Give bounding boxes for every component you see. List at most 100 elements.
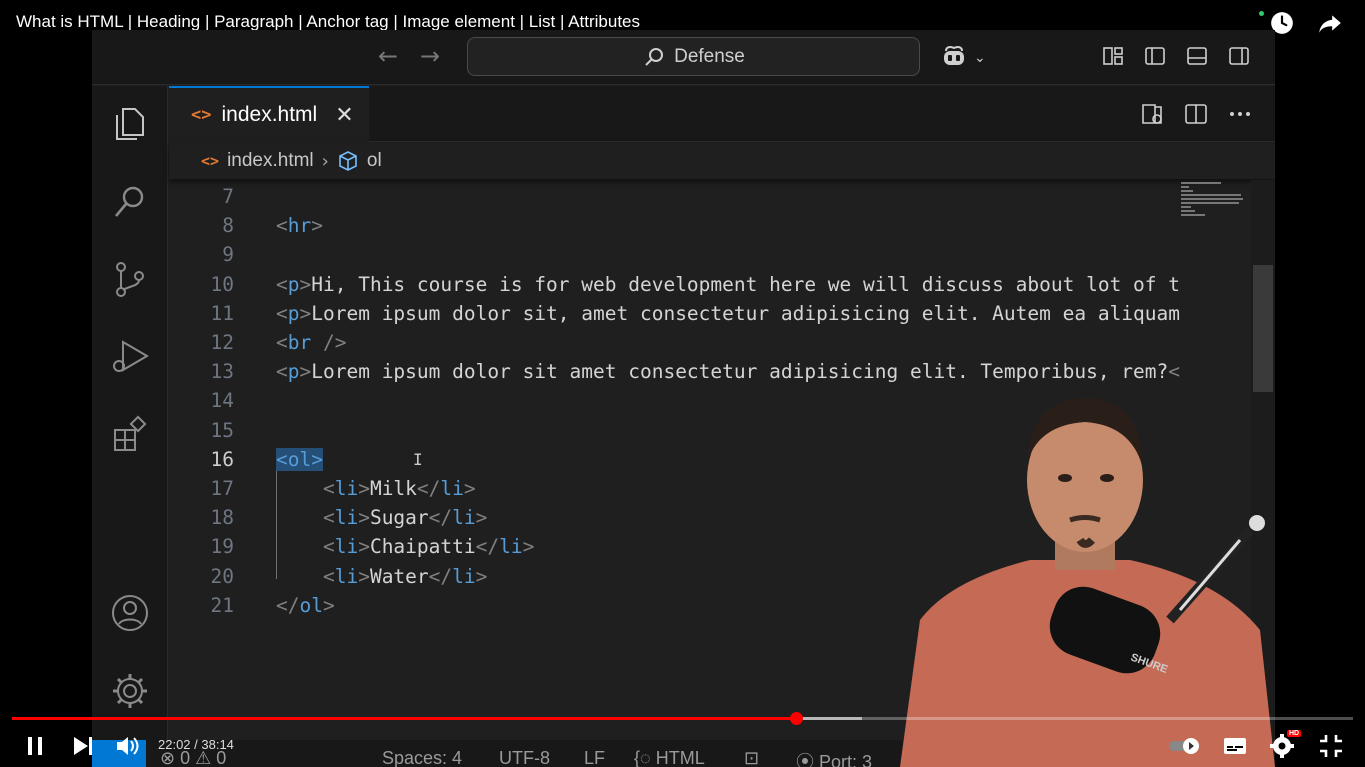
code-text: <li>Milk</li> xyxy=(276,474,476,503)
settings-gear-icon[interactable] xyxy=(109,670,151,712)
minimap[interactable] xyxy=(1181,180,1251,240)
code-line[interactable]: 8 <hr> xyxy=(169,211,1179,240)
copilot-menu[interactable]: ⌄ xyxy=(940,43,986,71)
code-token: > xyxy=(358,506,370,530)
vertical-scrollbar-thumb[interactable] xyxy=(1253,265,1273,392)
search-icon[interactable] xyxy=(109,180,151,222)
code-token: p xyxy=(287,272,300,296)
pause-button[interactable] xyxy=(22,733,48,759)
minimap-line xyxy=(1181,198,1243,200)
code-token: > xyxy=(358,477,370,500)
code-token: > xyxy=(299,360,312,384)
code-line[interactable]: 9 xyxy=(169,240,1179,269)
explorer-icon[interactable] xyxy=(109,103,151,145)
tab-index-html[interactable]: <> index.html ✕ xyxy=(169,86,369,142)
live-indicator xyxy=(1259,11,1264,16)
code-token: > xyxy=(358,535,370,559)
subtitles-icon[interactable] xyxy=(1222,733,1248,759)
code-token: </ xyxy=(416,477,441,500)
code-token: li xyxy=(334,535,359,559)
line-number: 7 xyxy=(222,185,234,208)
code-line[interactable]: 12 <br /> xyxy=(169,328,1179,357)
code-token: Chaipatti xyxy=(369,535,476,559)
status-port[interactable]: ⦿ Port: 3 xyxy=(796,748,872,767)
code-token: li xyxy=(334,477,359,500)
volume-icon[interactable] xyxy=(114,733,140,759)
code-line[interactable]: 7 xyxy=(169,182,1179,211)
code-token: > xyxy=(522,535,535,559)
minimap-line xyxy=(1181,194,1241,196)
back-arrow-icon[interactable]: ← xyxy=(378,44,398,68)
code-text: <br /> xyxy=(276,328,346,357)
source-control-icon[interactable] xyxy=(109,258,151,300)
code-text: <li>Water</li> xyxy=(276,562,487,591)
html-file-icon: <> xyxy=(201,152,220,170)
toggle-primary-sidebar-icon[interactable] xyxy=(1143,44,1167,68)
code-token: < xyxy=(322,477,335,500)
forward-arrow-icon[interactable]: → xyxy=(420,44,440,68)
code-token: p xyxy=(287,301,300,325)
split-editor-icon[interactable] xyxy=(1183,101,1209,127)
minimap-line xyxy=(1181,186,1189,188)
close-icon[interactable]: ✕ xyxy=(335,103,353,128)
toggle-secondary-sidebar-icon[interactable] xyxy=(1227,44,1251,68)
run-and-debug-icon[interactable] xyxy=(109,336,151,378)
share-icon[interactable] xyxy=(1317,10,1343,36)
line-number: 17 xyxy=(210,477,234,500)
code-token: Milk xyxy=(369,477,417,500)
customize-layout-icon[interactable] xyxy=(1101,44,1125,68)
account-icon[interactable] xyxy=(109,592,151,634)
status-language[interactable]: {◌ HTML xyxy=(634,748,705,767)
code-token: li xyxy=(440,477,464,500)
minimap-line xyxy=(1181,190,1193,192)
status-encoding[interactable]: UTF-8 xyxy=(499,748,550,767)
chevron-right-icon: › xyxy=(321,150,329,172)
line-number: 21 xyxy=(210,593,234,617)
code-token: li xyxy=(452,506,476,530)
code-token: ol xyxy=(299,593,323,617)
time-display: 22:02 / 38:14 xyxy=(158,737,234,752)
line-number: 11 xyxy=(210,301,234,325)
line-number: 12 xyxy=(210,331,234,354)
minimap-line xyxy=(1181,210,1195,212)
more-actions-icon[interactable] xyxy=(1227,101,1253,127)
braces-icon: {◌ xyxy=(634,748,651,767)
breadcrumb-file[interactable]: index.html xyxy=(227,150,314,172)
code-line[interactable]: 11 <p>Lorem ipsum dolor sit, amet consect… xyxy=(169,299,1181,328)
editor-tab-bar: <> index.html ✕ xyxy=(169,86,1275,142)
code-token: < xyxy=(276,360,288,384)
code-token: > xyxy=(358,564,370,588)
next-button[interactable] xyxy=(70,733,96,759)
code-token: > xyxy=(311,214,323,238)
chevron-down-icon: ⌄ xyxy=(974,48,986,65)
status-eol[interactable]: LF xyxy=(584,748,605,767)
code-token: > xyxy=(299,301,312,325)
exit-fullscreen-icon[interactable] xyxy=(1318,733,1344,759)
line-number: 10 xyxy=(210,272,234,296)
tab-label: index.html xyxy=(221,103,318,126)
copilot-icon xyxy=(944,46,964,65)
code-token: > xyxy=(463,477,476,500)
title-bar: ← → Defense ⌄ xyxy=(92,30,1275,85)
code-token: </ xyxy=(428,506,453,530)
command-center-search[interactable]: Defense xyxy=(467,37,920,76)
toggle-panel-icon[interactable] xyxy=(1185,44,1209,68)
autoplay-toggle[interactable] xyxy=(1168,733,1202,759)
minimap-line xyxy=(1181,182,1221,184)
open-preview-icon[interactable] xyxy=(1139,101,1165,127)
code-token: li xyxy=(334,506,359,530)
broadcast-icon: ⦿ xyxy=(796,752,814,767)
line-number: 9 xyxy=(222,243,234,267)
code-token: Lorem ipsum dolor sit, amet consectetur … xyxy=(311,301,1181,325)
copilot-status-icon[interactable]: ⊡ xyxy=(744,748,759,767)
layout-controls xyxy=(1101,44,1251,68)
code-text: <ol> xyxy=(276,445,323,474)
video-title[interactable]: What is HTML | Heading | Paragraph | Anc… xyxy=(16,12,640,32)
status-indentation[interactable]: Spaces: 4 xyxy=(382,748,462,767)
extensions-icon[interactable] xyxy=(109,414,151,456)
breadcrumb-symbol[interactable]: ol xyxy=(367,150,382,172)
code-line[interactable]: 10 <p>Hi, This course is for web developm… xyxy=(169,270,1181,299)
code-token: < xyxy=(276,331,288,354)
